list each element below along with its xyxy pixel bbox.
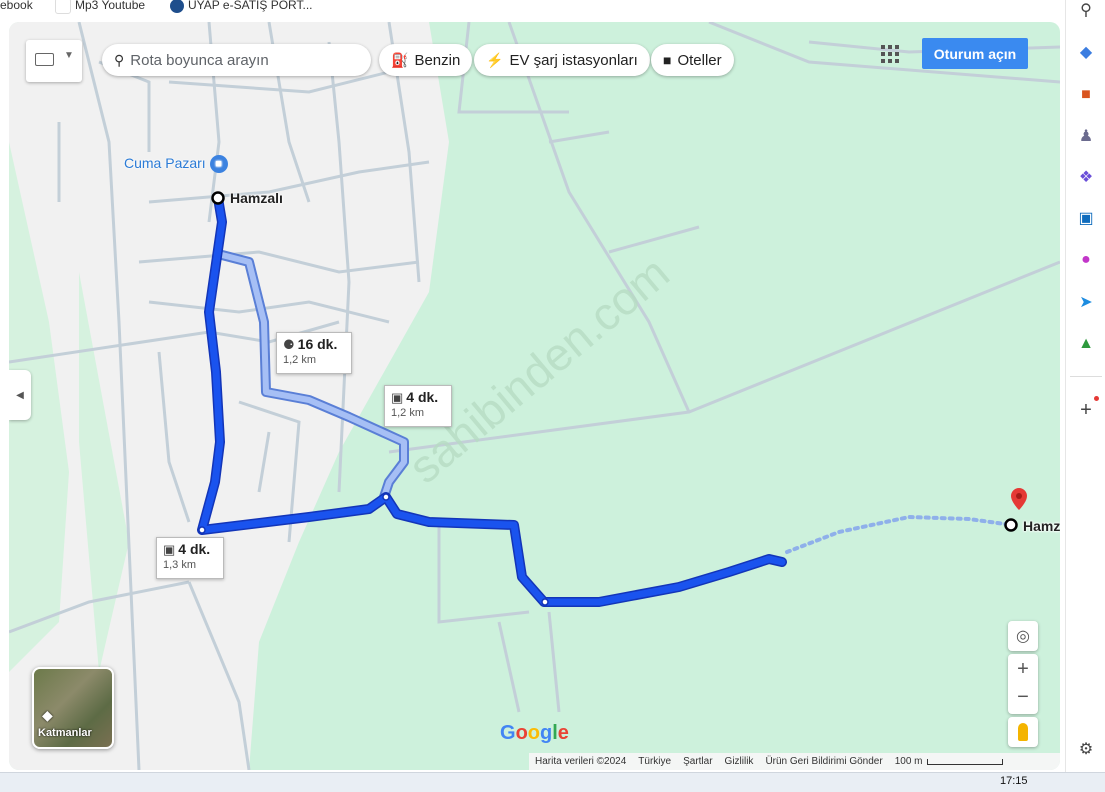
page-icon bbox=[55, 0, 71, 14]
walking-icon: ⚈ bbox=[283, 337, 295, 352]
ev-charger-icon: ⚡ bbox=[486, 51, 504, 68]
layers-label: Katmanlar bbox=[38, 727, 92, 739]
browser-sidebar: ⚲ ◆ ■ ♟ ❖ ▣ ● ➤ ▲ + ⚙ bbox=[1065, 0, 1105, 772]
origin-marker bbox=[211, 191, 225, 205]
outlook-icon[interactable]: ▣ bbox=[1074, 206, 1098, 230]
scale-label[interactable]: 100 m bbox=[895, 756, 923, 767]
callout-distance: 1,3 km bbox=[163, 559, 197, 571]
bookmark-uyap[interactable]: UYAP e-SATIŞ PORT... bbox=[170, 0, 312, 13]
country-link[interactable]: Türkiye bbox=[638, 756, 671, 767]
tree-icon[interactable]: ▲ bbox=[1074, 332, 1098, 356]
my-location-button[interactable]: ◎ bbox=[1008, 621, 1038, 651]
pegman-icon bbox=[1018, 723, 1028, 741]
callout-time: 4 dk. bbox=[178, 541, 211, 557]
route-callout-walk[interactable]: ⚈ 16 dk. 1,2 km bbox=[276, 332, 352, 374]
briefcase-icon[interactable]: ■ bbox=[1074, 83, 1098, 107]
google-logo-letter: o bbox=[527, 722, 540, 744]
feedback-link[interactable]: Ürün Geri Bildirimi Gönder bbox=[765, 756, 882, 767]
sidebar-divider bbox=[1070, 376, 1102, 377]
taskbar: 17:15 bbox=[0, 772, 1105, 792]
zoom-out-button[interactable]: − bbox=[1017, 684, 1029, 714]
settings-icon[interactable]: ⚙ bbox=[1074, 737, 1098, 761]
zoom-in-button[interactable]: + bbox=[1017, 654, 1029, 684]
map-footer: Harita verileri ©2024 Türkiye Şartlar Gi… bbox=[529, 753, 1060, 770]
search-icon: ⚲ bbox=[114, 51, 125, 68]
google-logo: Google bbox=[500, 722, 569, 745]
apps-grid-icon[interactable] bbox=[881, 45, 899, 63]
taskbar-clock[interactable]: 17:15 bbox=[1000, 775, 1028, 787]
route-callout-car-primary[interactable]: ▣ 4 dk. 1,3 km bbox=[156, 537, 224, 579]
chip-label: Oteller bbox=[677, 51, 722, 69]
search-input[interactable]: Rota boyunca arayın bbox=[130, 52, 268, 69]
search-box[interactable]: ⚲ Rota boyunca arayın bbox=[102, 44, 371, 76]
search-icon[interactable]: ⚲ bbox=[1074, 0, 1098, 22]
callout-distance: 1,2 km bbox=[391, 407, 425, 419]
collapse-panel-button[interactable]: ◀ bbox=[9, 370, 31, 420]
route-node bbox=[382, 493, 390, 501]
callout-distance: 1,2 km bbox=[283, 354, 317, 366]
google-logo-letter: g bbox=[540, 722, 553, 744]
chevron-down-icon[interactable]: ▼ bbox=[64, 50, 74, 61]
zoom-control: + − bbox=[1008, 654, 1038, 714]
car-icon: ▣ bbox=[391, 390, 404, 405]
bookmark-facebook[interactable]: ebook bbox=[0, 0, 33, 12]
keyboard-button[interactable]: ▼ bbox=[26, 40, 82, 82]
notification-dot bbox=[1094, 396, 1099, 401]
bookmark-label: ebook bbox=[0, 0, 33, 12]
callout-time: 16 dk. bbox=[297, 336, 338, 352]
sign-in-button[interactable]: Oturum açın bbox=[922, 38, 1028, 69]
chip-label: EV şarj istasyonları bbox=[509, 51, 638, 69]
designer-icon[interactable]: ● bbox=[1074, 248, 1098, 272]
origin-label[interactable]: Hamzalı bbox=[230, 190, 283, 206]
chess-icon[interactable]: ♟ bbox=[1074, 124, 1098, 148]
layers-button[interactable]: ◆ Katmanlar bbox=[32, 667, 114, 749]
chip-hotels[interactable]: ■ Oteller bbox=[651, 44, 734, 76]
chevron-left-icon: ◀ bbox=[16, 389, 24, 401]
tag-icon[interactable]: ◆ bbox=[1074, 40, 1098, 64]
google-logo-letter: e bbox=[557, 722, 569, 744]
add-icon[interactable]: + bbox=[1074, 398, 1098, 422]
bookmark-label: UYAP e-SATIŞ PORT... bbox=[188, 0, 313, 12]
bookmark-mp3-youtube[interactable]: Mp3 Youtube bbox=[55, 0, 145, 14]
map-view[interactable]: sahibinden.com ▼ ⚲ Rota boyunca arayın ⛽… bbox=[9, 22, 1060, 770]
bookmark-label: Mp3 Youtube bbox=[75, 0, 146, 13]
gas-station-icon: ⛽ bbox=[391, 51, 409, 68]
uyap-icon bbox=[170, 0, 184, 13]
terms-link[interactable]: Şartlar bbox=[683, 756, 712, 767]
hotel-icon: ■ bbox=[663, 52, 672, 68]
walking-segment bbox=[785, 514, 1014, 554]
street-view-pegman[interactable] bbox=[1008, 717, 1038, 747]
town-area bbox=[9, 22, 449, 770]
route-callout-car-alt[interactable]: ▣ 4 dk. 1,2 km bbox=[384, 385, 452, 427]
watermark-text: sahibinden.com bbox=[399, 246, 679, 493]
keyboard-icon bbox=[35, 53, 54, 66]
bookmarks-bar: ebook Mp3 Youtube UYAP e-SATIŞ PORT... bbox=[0, 0, 1065, 14]
route-node bbox=[541, 598, 549, 606]
chip-ev-charging[interactable]: ⚡ EV şarj istasyonları bbox=[474, 44, 650, 76]
route-node bbox=[198, 526, 206, 534]
google-logo-letter: o bbox=[515, 722, 528, 744]
map-canvas[interactable]: sahibinden.com bbox=[9, 22, 1060, 770]
poi-label: Cuma Pazarı bbox=[124, 155, 206, 171]
poi-cuma-pazari[interactable]: Cuma Pazarı ■ bbox=[124, 155, 228, 174]
crosshair-icon: ◎ bbox=[1016, 628, 1030, 645]
map-data-credit: Harita verileri ©2024 bbox=[535, 756, 627, 767]
privacy-link[interactable]: Gizlilik bbox=[725, 756, 754, 767]
send-icon[interactable]: ➤ bbox=[1074, 290, 1098, 314]
layers-icon: ◆ bbox=[42, 707, 53, 723]
google-logo-letter: G bbox=[500, 722, 516, 744]
shopping-cart-icon: ■ bbox=[209, 155, 228, 174]
copilot-icon[interactable]: ❖ bbox=[1074, 165, 1098, 189]
chip-label: Benzin bbox=[414, 51, 461, 69]
destination-label[interactable]: Hamz bbox=[1023, 518, 1060, 534]
scale-bar bbox=[926, 758, 1003, 765]
chip-benzin[interactable]: ⛽ Benzin bbox=[379, 44, 473, 76]
callout-time: 4 dk. bbox=[406, 389, 439, 405]
car-icon: ▣ bbox=[163, 542, 176, 557]
